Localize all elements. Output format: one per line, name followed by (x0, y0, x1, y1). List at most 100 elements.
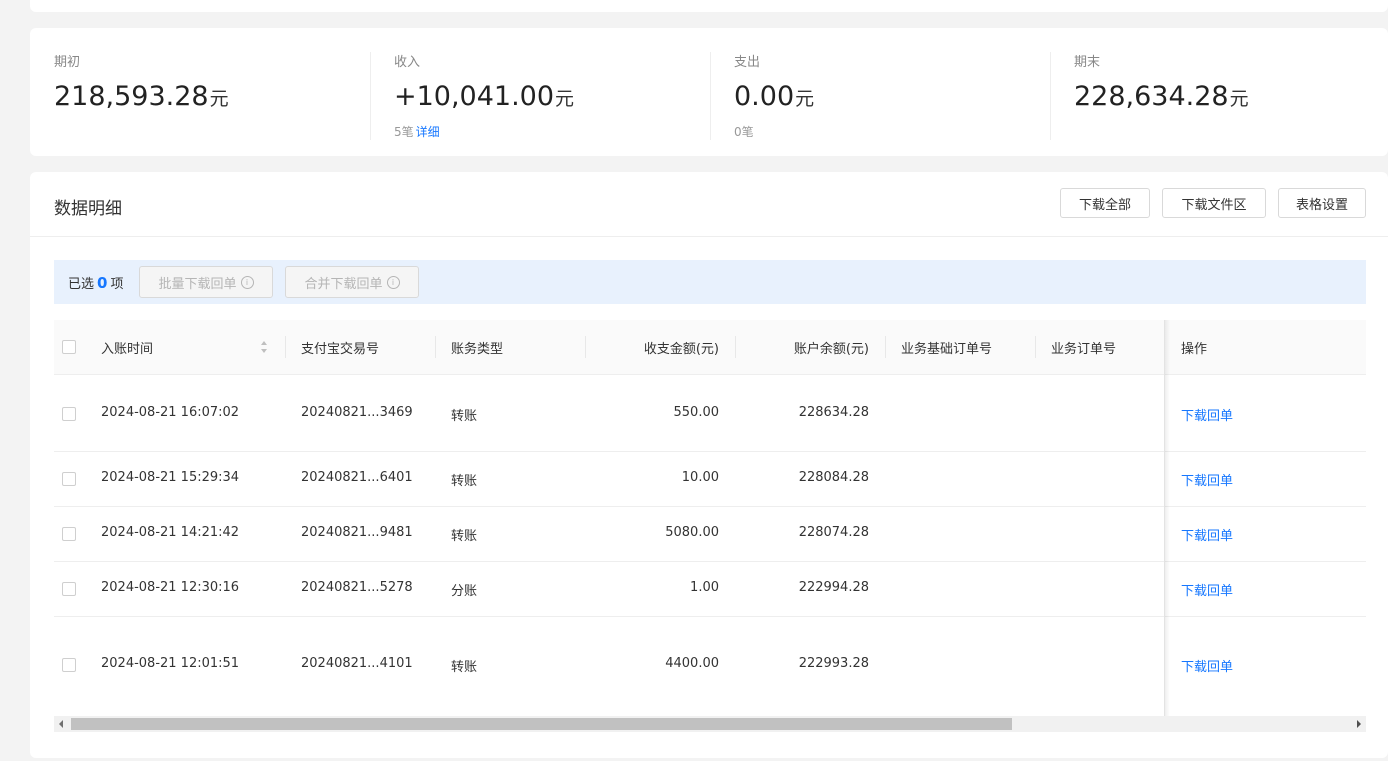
scroll-right-arrow-icon[interactable] (1357, 720, 1361, 728)
income-detail-link[interactable]: 详细 (416, 125, 440, 139)
column-header-order: 业务订单号 (1051, 342, 1117, 357)
column-header-amount: 收支金额(元) (643, 342, 719, 357)
stat-expense-label: 支出 (734, 55, 761, 70)
header-divider (30, 236, 1388, 237)
stat-income-label: 收入 (394, 55, 421, 70)
opening-amount: 218,593.28 (54, 81, 209, 112)
detail-card: 数据明细 下载全部 下载文件区 表格设置 已选 0 项 批量下载回单 i 合并下载回… (30, 172, 1388, 758)
cell-type: 分账 (451, 584, 478, 599)
stat-expense-value: 0.00元 (734, 80, 814, 116)
stat-expense-sub: 0笔 (734, 124, 814, 140)
stat-divider (370, 52, 371, 140)
income-unit: 元 (555, 88, 575, 110)
column-header-action: 操作 (1181, 342, 1208, 357)
row-checkbox[interactable] (62, 582, 76, 596)
cell-amount: 1.00 (690, 580, 719, 595)
selection-prefix: 已选 (68, 277, 95, 292)
cell-time: 2024-08-21 16:07:02 (101, 405, 240, 420)
cell-balance: 228084.28 (798, 470, 869, 485)
info-icon: i (386, 275, 400, 289)
cell-balance: 228074.28 (798, 525, 869, 540)
cell-amount: 10.00 (681, 470, 719, 485)
cell-balance: 228634.28 (798, 405, 869, 420)
selection-count: 0 (97, 274, 108, 292)
column-header-trade-no: 支付宝交易号 (301, 342, 380, 357)
cell-trade-no: 20240821...9481 (301, 525, 413, 540)
download-receipt-link[interactable]: 下载回单 (1181, 405, 1233, 424)
stat-opening-value: 218,593.28元 (54, 80, 229, 116)
income-count: 5笔 (394, 125, 414, 139)
download-area-button[interactable]: 下载文件区 (1162, 188, 1266, 218)
summary-card: 期初 218,593.28元 收入 +10,041.00元 5笔 详细 支出 0.… (30, 28, 1388, 156)
expense-unit: 元 (795, 88, 815, 110)
cell-time: 2024-08-21 12:01:51 (101, 656, 240, 671)
cell-amount: 4400.00 (665, 656, 719, 671)
cell-trade-no: 20240821...5278 (301, 580, 413, 595)
selection-suffix: 项 (110, 277, 124, 292)
batch-download-button[interactable]: 批量下载回单 i (139, 266, 273, 298)
closing-unit: 元 (1229, 88, 1249, 110)
cell-trade-no: 20240821...3469 (301, 405, 413, 420)
table-settings-button[interactable]: 表格设置 (1278, 188, 1366, 218)
horizontal-scrollbar[interactable] (54, 716, 1366, 732)
column-header-type: 账务类型 (451, 342, 504, 357)
expense-count: 0笔 (734, 125, 754, 139)
download-receipt-link[interactable]: 下载回单 (1181, 525, 1233, 544)
cell-type: 转账 (451, 529, 478, 544)
cell-trade-no: 20240821...4101 (301, 656, 413, 671)
stat-opening-label: 期初 (54, 55, 81, 70)
detail-title: 数据明细 (54, 199, 122, 219)
sort-icon[interactable] (260, 340, 268, 354)
batch-download-label: 批量下载回单 (158, 276, 237, 292)
cell-time: 2024-08-21 14:21:42 (101, 525, 240, 540)
selection-bar: 已选 0 项 批量下载回单 i 合并下载回单 i (54, 260, 1366, 304)
cell-time: 2024-08-21 15:29:34 (101, 470, 240, 485)
stat-closing-label: 期末 (1074, 55, 1101, 70)
cell-balance: 222994.28 (798, 580, 869, 595)
column-header-balance: 账户余额(元) (793, 342, 869, 357)
stat-opening: 期初 218,593.28元 (54, 54, 229, 116)
column-separator (885, 336, 886, 358)
row-checkbox[interactable] (62, 527, 76, 541)
scroll-thumb[interactable] (71, 718, 1012, 730)
cell-amount: 5080.00 (665, 525, 719, 540)
merge-download-button[interactable]: 合并下载回单 i (285, 266, 419, 298)
cell-trade-no: 20240821...6401 (301, 470, 413, 485)
detail-table: 入账时间 支付宝交易号 账务类型 收支金额(元) 账户余额(元) 业务基础订单号… (54, 320, 1366, 716)
stat-income-sub: 5笔 详细 (394, 124, 574, 140)
download-all-button[interactable]: 下载全部 (1060, 188, 1150, 218)
select-all-checkbox[interactable] (62, 340, 76, 354)
column-header-base-order: 业务基础订单号 (901, 342, 993, 357)
stat-divider (1050, 52, 1051, 140)
closing-amount: 228,634.28 (1074, 81, 1229, 112)
top-card (30, 0, 1388, 12)
cell-time: 2024-08-21 12:30:16 (101, 580, 240, 595)
stat-divider (710, 52, 711, 140)
cell-balance: 222993.28 (798, 656, 869, 671)
download-receipt-link[interactable]: 下载回单 (1181, 580, 1233, 599)
row-checkbox[interactable] (62, 658, 76, 672)
column-separator (435, 336, 436, 358)
cell-type: 转账 (451, 660, 478, 675)
stat-expense: 支出 0.00元 0笔 (734, 54, 814, 140)
expense-amount: 0.00 (734, 81, 795, 112)
cell-amount: 550.00 (673, 405, 720, 420)
opening-unit: 元 (209, 88, 229, 110)
download-receipt-link[interactable]: 下载回单 (1181, 656, 1233, 675)
info-icon: i (240, 275, 254, 289)
scroll-left-arrow-icon[interactable] (59, 720, 63, 728)
cell-type: 转账 (451, 474, 478, 489)
stat-income: 收入 +10,041.00元 5笔 详细 (394, 54, 574, 140)
fixed-column-divider (1164, 320, 1165, 716)
stat-closing-value: 228,634.28元 (1074, 80, 1249, 116)
row-checkbox[interactable] (62, 407, 76, 421)
merge-download-label: 合并下载回单 (304, 276, 383, 292)
column-header-time: 入账时间 (101, 342, 154, 357)
stat-income-value: +10,041.00元 (394, 80, 574, 116)
row-checkbox[interactable] (62, 472, 76, 486)
income-amount: +10,041.00 (394, 81, 555, 112)
selection-summary: 已选 0 项 (68, 273, 123, 292)
download-receipt-link[interactable]: 下载回单 (1181, 470, 1233, 489)
column-separator (285, 336, 286, 358)
stat-closing: 期末 228,634.28元 (1074, 54, 1249, 116)
